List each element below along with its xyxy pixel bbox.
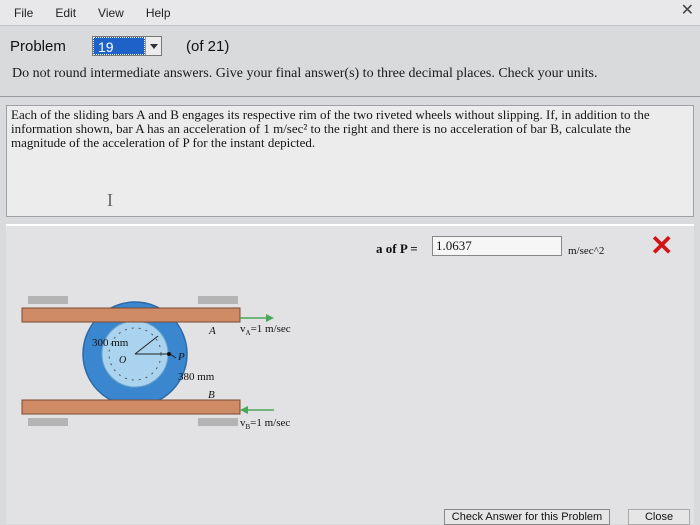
bar-b (21, 399, 241, 415)
menu-edit[interactable]: Edit (55, 6, 76, 20)
problem-select[interactable]: 19 (92, 36, 162, 56)
bracket (28, 418, 68, 426)
bracket (198, 296, 238, 304)
arrow-vb-head (240, 406, 248, 414)
answer-unit: m/sec^2 (568, 245, 605, 257)
label-a: A (208, 325, 216, 337)
va-label: vA=1 m/sec (240, 323, 291, 337)
problem-statement: Each of the sliding bars A and B engages… (11, 107, 650, 150)
label-o: O (119, 355, 126, 366)
point-p (167, 352, 171, 356)
answer-input[interactable]: 1.0637 (432, 236, 562, 256)
instructions-text: Do not round intermediate answers. Give … (12, 66, 598, 81)
close-button[interactable]: Close (628, 509, 690, 525)
divider (0, 96, 700, 97)
menu-file[interactable]: File (14, 6, 33, 20)
label-b: B (208, 389, 215, 401)
arrow-va-head (266, 314, 274, 322)
va-value: =1 m/sec (251, 323, 291, 335)
vb-label: vB=1 m/sec (240, 417, 290, 431)
menu-view[interactable]: View (98, 6, 124, 20)
answer-label: a of P = (376, 241, 418, 256)
bar-a (21, 307, 241, 323)
incorrect-icon: ✕ (650, 230, 674, 261)
problem-row: Problem 19 (of 21) (10, 34, 690, 58)
window-close-icon[interactable]: ✕ (681, 0, 694, 20)
wheel-diagram: 300 mm O P 380 mm A B vA=1 m/sec vB=1 m/… (21, 296, 291, 431)
inner-radius-label: 300 mm (92, 337, 129, 349)
outer-radius-label: 380 mm (178, 371, 215, 383)
problem-total: (of 21) (186, 37, 230, 55)
bracket (198, 418, 238, 426)
problem-number[interactable]: 19 (93, 37, 145, 55)
chevron-down-icon[interactable] (145, 37, 161, 55)
bracket (28, 296, 68, 304)
text-cursor-icon: I (107, 190, 113, 210)
label-p: P (177, 351, 185, 363)
menu-bar: File Edit View Help ✕ (0, 0, 700, 26)
menu-help[interactable]: Help (146, 6, 171, 20)
problem-statement-box: Each of the sliding bars A and B engages… (6, 105, 694, 217)
vb-value: =1 m/sec (250, 417, 290, 429)
check-answer-button[interactable]: Check Answer for this Problem (444, 509, 610, 525)
problem-label: Problem (10, 37, 66, 55)
